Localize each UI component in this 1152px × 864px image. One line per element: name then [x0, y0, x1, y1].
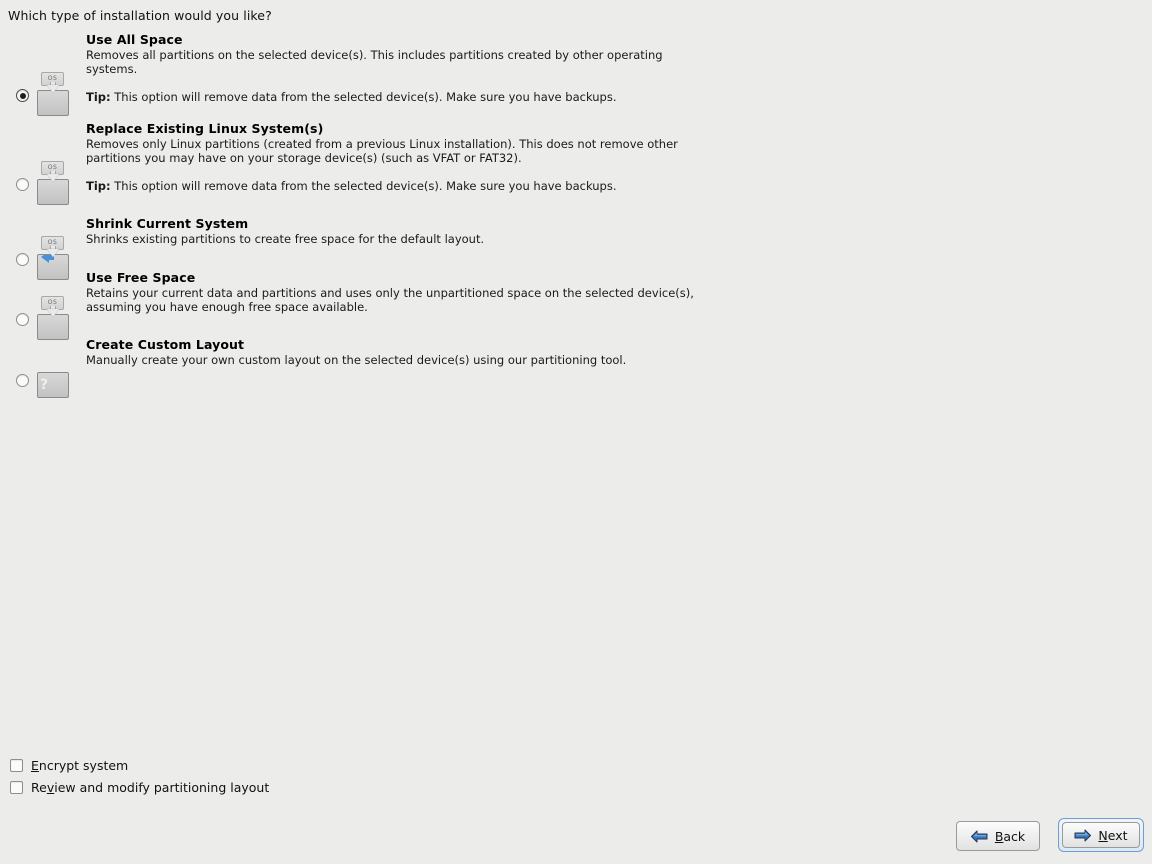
back-button[interactable]: Back	[956, 821, 1040, 851]
drive-question-icon: ?	[36, 354, 70, 400]
checkbox-label-review-modify-partitioning: Review and modify partitioning layout	[31, 780, 269, 795]
option-title: Shrink Current System	[86, 216, 249, 231]
option-description: Manually create your own custom layout o…	[86, 353, 627, 367]
page-title: Which type of installation would you lik…	[8, 8, 272, 23]
option-description: Retains your current data and partitions…	[86, 286, 694, 314]
navigation-button-bar: Back Next	[956, 818, 1144, 852]
arrow-down-icon	[47, 249, 59, 257]
option-title: Replace Existing Linux System(s)	[86, 121, 324, 136]
radio-create-custom-layout[interactable]	[16, 374, 29, 387]
label-rest: ncrypt system	[38, 757, 129, 773]
radio-replace-existing-linux[interactable]	[16, 178, 29, 191]
label-mnemonic: E	[31, 757, 39, 773]
arrow-down-icon	[47, 174, 59, 182]
radio-use-free-space[interactable]	[16, 313, 29, 326]
drive-box: ?	[37, 372, 69, 398]
checkbox-encrypt-system[interactable]	[10, 758, 23, 772]
radio-use-all-space[interactable]	[16, 89, 29, 102]
radio-shrink-current-system[interactable]	[16, 253, 29, 266]
label-rest: ext	[1107, 827, 1128, 843]
drive-os-erase-icon: OS	[36, 72, 70, 118]
option-title: Create Custom Layout	[86, 337, 245, 352]
option-title: Use All Space	[86, 32, 183, 47]
next-button-focus-ring: Next	[1058, 818, 1144, 852]
next-button-label: Next	[1098, 828, 1127, 843]
next-button[interactable]: Next	[1062, 822, 1140, 848]
option-tip-label: Tip:	[86, 179, 111, 193]
drive-box	[37, 90, 69, 116]
label-rest: iew and modify partitioning layout	[54, 779, 270, 795]
drive-box	[37, 179, 69, 205]
arrow-down-icon	[47, 85, 59, 93]
option-description: Removes all partitions on the selected d…	[86, 48, 663, 76]
label-mnemonic: N	[1098, 827, 1108, 843]
option-tip: Tip: This option will remove data from t…	[86, 179, 691, 193]
drive-os-shrink-icon: OS	[36, 236, 70, 282]
option-tip-text: This option will remove data from the se…	[110, 90, 617, 104]
checkbox-row-review-modify-partitioning[interactable]: Review and modify partitioning layout	[10, 777, 269, 797]
option-description: Removes only Linux partitions (created f…	[86, 137, 678, 165]
drive-os-replace-icon: OS	[36, 161, 70, 207]
drive-box	[37, 314, 69, 340]
option-description: Shrinks existing partitions to create fr…	[86, 232, 485, 246]
back-button-label: Back	[995, 829, 1025, 844]
checkbox-label-encrypt-system: Encrypt system	[31, 758, 128, 773]
option-title: Use Free Space	[86, 270, 196, 285]
option-tip: Tip: This option will remove data from t…	[86, 90, 696, 104]
arrow-right-icon	[1074, 829, 1092, 841]
options-checkbox-group: Encrypt system Review and modify partiti…	[10, 755, 269, 799]
option-tip-text: This option will remove data from the se…	[110, 179, 617, 193]
drive-os-freespace-icon: OS	[36, 296, 70, 342]
label-rest: ack	[1003, 828, 1026, 844]
arrow-down-icon	[47, 309, 59, 317]
arrow-left-icon	[970, 830, 988, 842]
drive-box	[37, 254, 69, 280]
label-prefix: Re	[31, 779, 47, 795]
option-tip-label: Tip:	[86, 90, 111, 104]
checkbox-review-modify-partitioning[interactable]	[10, 780, 23, 794]
checkbox-row-encrypt-system[interactable]: Encrypt system	[10, 755, 269, 775]
